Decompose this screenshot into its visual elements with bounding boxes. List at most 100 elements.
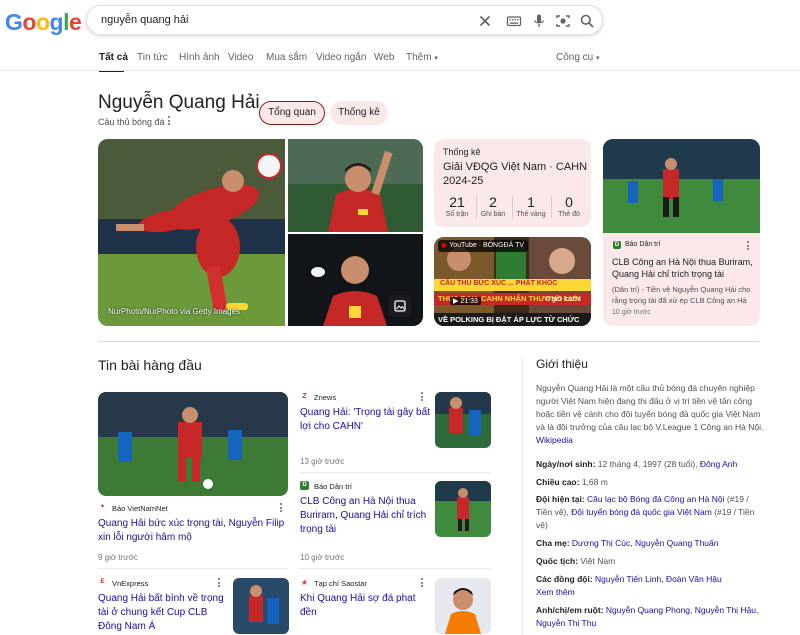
player-kicking-photo (98, 139, 285, 326)
national-team-link[interactable]: Đội tuyển bóng đá quốc gia Việt Nam (571, 507, 712, 517)
fact-value: Việt Nam (580, 556, 616, 566)
story-title[interactable]: Quang Hải: 'Trọng tài gây bất lợi cho CA… (300, 406, 430, 434)
parents-link[interactable]: Dương Thị Cúc, Nguyễn Quang Thuấn (572, 538, 719, 548)
story-source: Báo Dân trí (314, 482, 352, 491)
story-source: Znews (314, 393, 337, 402)
play-icon: ▶ (453, 298, 459, 305)
stat-label: Thẻ vàng (516, 211, 546, 218)
story-title[interactable]: Khi Quang Hải sợ đá phạt đền (300, 592, 430, 620)
story-thumbnail[interactable] (233, 578, 289, 634)
birthplace-link[interactable]: Đông Anh (700, 459, 737, 469)
more-vert-icon[interactable] (747, 241, 751, 251)
chevron-down-icon: ▾ (596, 55, 600, 62)
fact-label: Quốc tịch: (536, 556, 579, 566)
tools-label: Công cụ (556, 52, 594, 63)
news-card[interactable]: D Báo Dân trí CLB Công an Hà Nội thua Bu… (603, 139, 760, 326)
fact-siblings: Anh/chị/em ruột: Nguyễn Quang Phong, Ngu… (536, 604, 764, 630)
featured-story-title[interactable]: Quang Hải bức xúc trọng tài, Nguyễn Fili… (98, 517, 288, 545)
stats-card[interactable]: Thống kê Giải VĐQG Việt Nam · CAHN 2024-… (434, 139, 591, 227)
camera-search-icon[interactable] (555, 13, 571, 29)
player-image-celebrate[interactable] (288, 139, 423, 232)
news-card-image (603, 139, 760, 233)
fact-label: Các đồng đội: (536, 574, 593, 584)
stat-value: 21 (449, 194, 465, 210)
saostar-logo-icon: ★ (300, 578, 309, 587)
more-vert-icon[interactable] (280, 503, 284, 513)
featured-story-photo (98, 392, 288, 496)
chip-stats[interactable]: Thống kê (330, 101, 388, 125)
vnexpress-logo-icon: E (98, 578, 107, 587)
stat-value: 0 (565, 194, 573, 210)
znews-logo-icon: Z (300, 392, 309, 401)
fact-teammates: Các đồng đội: Nguyễn Tiến Linh, Đoàn Văn… (536, 573, 764, 599)
search-box[interactable]: nguyễn quang hải (86, 5, 603, 35)
video-duration-label: 21:33 (460, 298, 478, 305)
image-credit: NurPhoto/NurPhoto via Getty Images (108, 307, 241, 316)
wikipedia-link[interactable]: Wikipedia (536, 435, 573, 445)
story-title[interactable]: CLB Công an Hà Nội thua Buriram, Quang H… (300, 495, 430, 537)
story-thumbnail-photo (435, 481, 491, 537)
story-thumbnail[interactable] (435, 392, 491, 448)
tab-short-videos[interactable]: Video ngắn (316, 52, 366, 63)
story-thumbnail-photo (435, 578, 491, 634)
logo-letter: g (49, 9, 64, 35)
tab-videos[interactable]: Video (228, 52, 253, 63)
about-description: Nguyễn Quang Hải là một cầu thủ bóng đá … (536, 382, 764, 447)
more-vert-icon[interactable] (218, 578, 222, 588)
player-celebrating-photo (288, 139, 423, 232)
logo-letter: G (5, 9, 23, 35)
fact-label: Cha mẹ: (536, 538, 570, 548)
fact-team: Đội hiện tại: Câu lạc bộ Bóng đá Công an… (536, 493, 764, 532)
more-vert-icon[interactable] (421, 578, 425, 588)
more-vert-icon[interactable] (421, 392, 425, 402)
story-thumbnail-photo (233, 578, 289, 634)
tab-news[interactable]: Tin tức (137, 52, 168, 63)
tab-shopping[interactable]: Mua sắm (266, 52, 307, 63)
news-ago: 10 giờ trước (612, 309, 651, 316)
stat-value: 1 (527, 194, 535, 210)
video-ago: 6 giờ trước (546, 296, 581, 303)
tab-more-label: Thêm (406, 52, 432, 63)
see-more-link[interactable]: Xem thêm (536, 587, 575, 597)
featured-story-image[interactable] (98, 392, 288, 496)
story-thumbnail[interactable] (435, 578, 491, 634)
teammates-link[interactable]: Nguyễn Tiến Linh, Đoàn Văn Hậu (595, 574, 722, 584)
story-thumbnail-photo (435, 392, 491, 448)
story-divider (300, 472, 491, 473)
news-source: Báo Dân trí (625, 241, 661, 248)
club-link[interactable]: Câu lạc bộ Bóng đá Công an Hà Nội (587, 494, 725, 504)
story-title[interactable]: Quang Hải bất bình về trọng tài ở chung … (98, 592, 228, 634)
story-ago: 13 giờ trước (300, 457, 345, 466)
news-title: CLB Công an Hà Nội thua Buriram, Quang H… (612, 257, 753, 279)
stats-league: Giải VĐQG Việt Nam · CAHN (443, 161, 588, 173)
fact-label: Anh/chị/em ruột: (536, 605, 604, 615)
video-card[interactable]: ▶ YouTube · BÓNGĐÁ TV CẦU THỦ BỨC XÚC ..… (434, 237, 591, 326)
video-duration: ▶ 21:33 (450, 297, 481, 305)
tab-more[interactable]: Thêm ▾ (406, 52, 438, 63)
more-vert-icon[interactable] (166, 116, 172, 126)
player-image-main[interactable] (98, 139, 285, 326)
tab-all[interactable]: Tất cả (99, 52, 128, 63)
fact-label: Ngày/nơi sinh: (536, 459, 596, 469)
chip-overview[interactable]: Tổng quan (259, 101, 325, 125)
search-input[interactable]: nguyễn quang hải (101, 14, 188, 26)
top-stories-heading: Tin bài hàng đầu (98, 357, 202, 373)
stats-season: 2024-25 (443, 175, 484, 187)
video-source: ▶ YouTube · BÓNGĐÁ TV (438, 240, 529, 252)
tab-images[interactable]: Hình ảnh (179, 52, 220, 63)
close-icon[interactable] (477, 13, 493, 29)
microphone-icon[interactable] (531, 13, 547, 29)
image-search-icon[interactable] (389, 295, 411, 317)
google-logo[interactable]: Google (5, 9, 82, 36)
tab-web[interactable]: Web (374, 52, 394, 63)
fact-birth: Ngày/nơi sinh: 12 tháng 4, 1997 (28 tuổi… (536, 458, 764, 471)
story-thumbnail[interactable] (435, 481, 491, 537)
stat-label: Ghi bàn (480, 211, 506, 218)
youtube-icon: ▶ (442, 242, 448, 249)
search-icon[interactable] (579, 13, 595, 29)
about-text: Nguyễn Quang Hải là một cầu thủ bóng đá … (536, 383, 764, 432)
tools-button[interactable]: Công cụ ▾ (556, 52, 600, 63)
keyboard-icon[interactable] (506, 13, 522, 29)
fact-label: Đội hiện tại: (536, 494, 585, 504)
video-source-label: YouTube · BÓNGĐÁ TV (449, 242, 525, 249)
